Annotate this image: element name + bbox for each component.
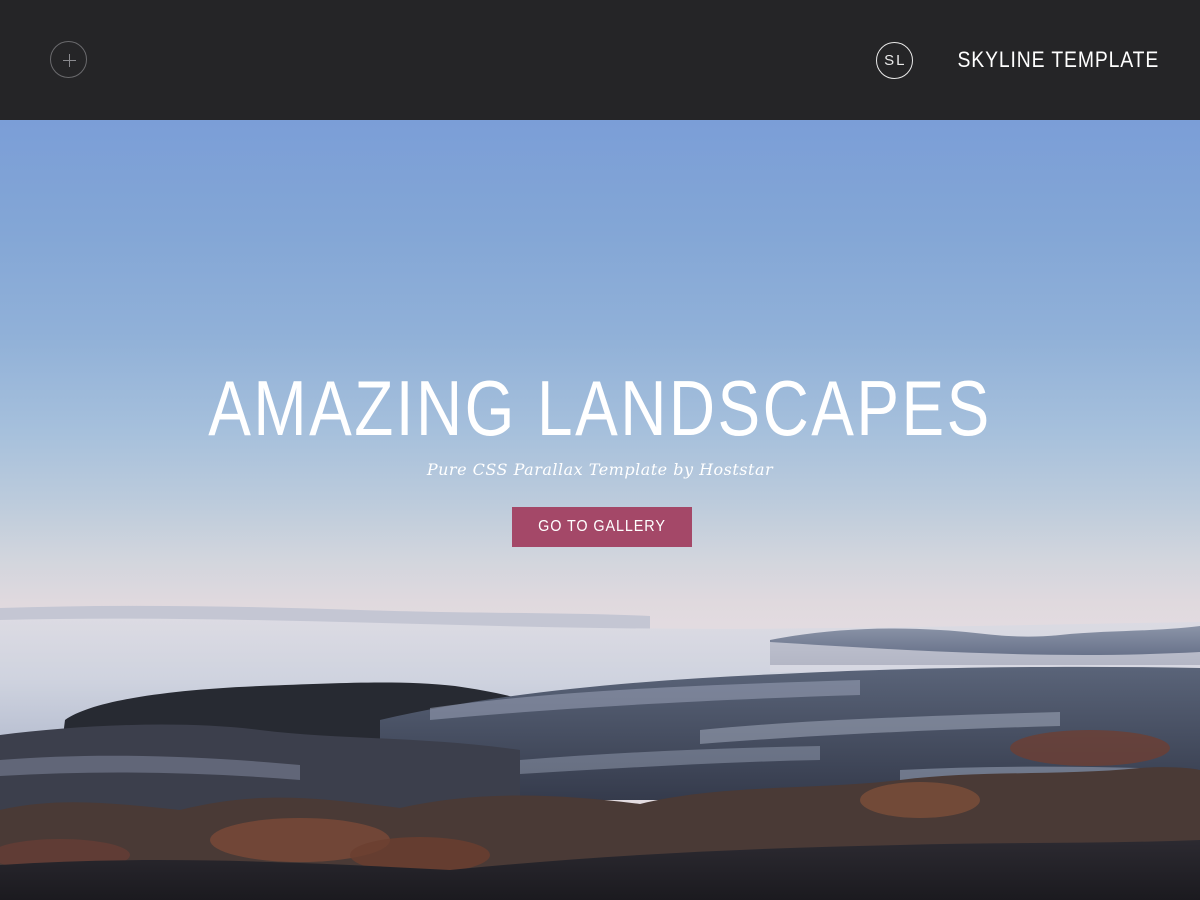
go-to-gallery-button[interactable]: GO TO GALLERY [512, 507, 692, 547]
menu-button[interactable] [50, 41, 87, 78]
brand-monogram: SL [875, 41, 913, 79]
hero-section: AMAZING LANDSCAPES Pure CSS Parallax Tem… [0, 120, 1200, 900]
brand-logo-link[interactable]: SL SKYLINE TEMPLATE [875, 40, 1159, 80]
hero-subtitle: Pure CSS Parallax Template by Hoststar [426, 460, 774, 479]
hero-title: AMAZING LANDSCAPES [208, 364, 992, 452]
cta-label: GO TO GALLERY [538, 518, 666, 535]
top-bar: SL SKYLINE TEMPLATE [0, 0, 1200, 120]
site-title: SKYLINE TEMPLATE [957, 47, 1159, 72]
plus-icon [63, 54, 76, 67]
